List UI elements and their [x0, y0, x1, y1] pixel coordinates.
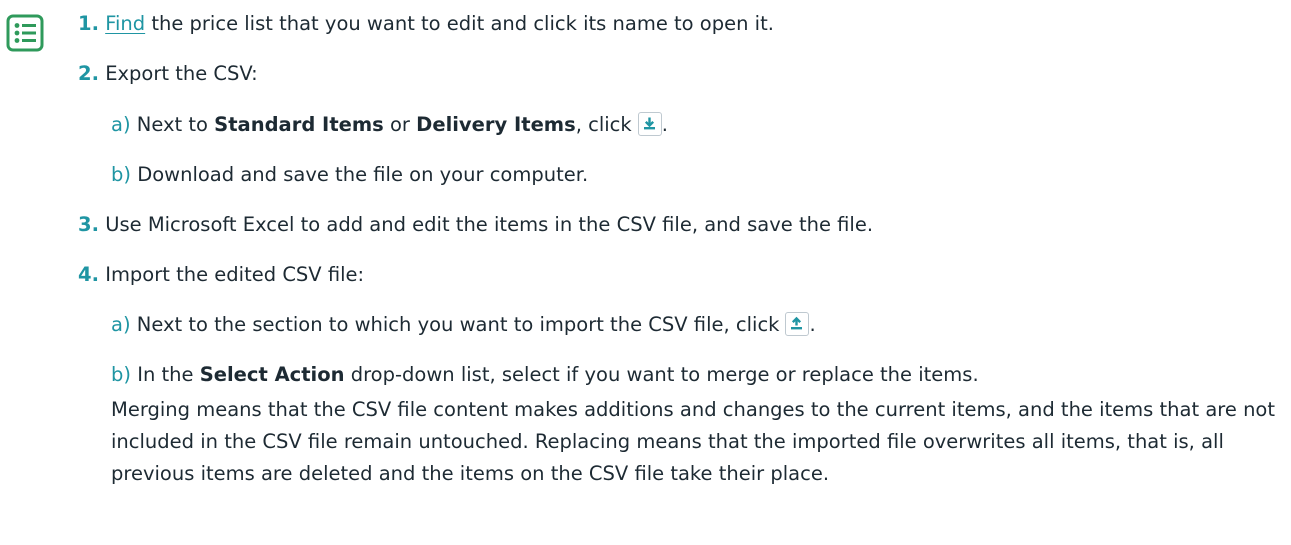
download-icon: [643, 117, 655, 130]
step-text: Use Microsoft Excel to add and edit the …: [105, 213, 874, 236]
substep-text-mid: or: [383, 113, 417, 136]
step-text: Export the CSV:: [105, 62, 258, 85]
substep-text-pre: Next to: [136, 113, 215, 136]
merge-replace-note: Merging means that the CSV file content …: [111, 398, 1276, 485]
substep-end: .: [661, 113, 668, 136]
delivery-items-label: Delivery Items: [416, 113, 576, 136]
substep-label: a): [111, 113, 131, 136]
substep-text-post: , click: [575, 113, 632, 136]
step-1: 1. Find the price list that you want to …: [78, 10, 774, 38]
import-button[interactable]: [785, 312, 810, 336]
step-number: 3.: [78, 213, 99, 236]
substep-4b: b) In the Select Action drop-down list, …: [111, 361, 979, 389]
step-2: 2. Export the CSV:: [78, 60, 258, 88]
step-3: 3. Use Microsoft Excel to add and edit t…: [78, 211, 873, 239]
step-number: 4.: [78, 263, 99, 286]
step-number: 1.: [78, 12, 99, 35]
standard-items-label: Standard Items: [214, 113, 384, 136]
substep-text-pre: In the: [137, 363, 200, 386]
substep-end: .: [809, 313, 816, 336]
substep-text: Download and save the file on your compu…: [137, 163, 589, 186]
step-text: Import the edited CSV file:: [105, 263, 365, 286]
numbered-list-icon: [6, 14, 44, 52]
substep-text-post: drop-down list, select if you want to me…: [344, 363, 979, 386]
step-number: 2.: [78, 62, 99, 85]
substep-label: b): [111, 163, 131, 186]
substep-2a: a) Next to Standard Items or Delivery It…: [111, 111, 668, 139]
substep-4a: a) Next to the section to which you want…: [111, 311, 816, 339]
step-text: the price list that you want to edit and…: [145, 12, 774, 35]
step-4: 4. Import the edited CSV file:: [78, 261, 364, 289]
substep-label: b): [111, 363, 131, 386]
upload-icon: [791, 316, 803, 330]
substep-2b: b) Download and save the file on your co…: [111, 161, 588, 189]
substep-label: a): [111, 313, 131, 336]
export-button[interactable]: [637, 112, 662, 136]
substep-text: Next to the section to which you want to…: [136, 313, 780, 336]
select-action-label: Select Action: [199, 363, 345, 386]
find-link[interactable]: Find: [105, 12, 145, 35]
